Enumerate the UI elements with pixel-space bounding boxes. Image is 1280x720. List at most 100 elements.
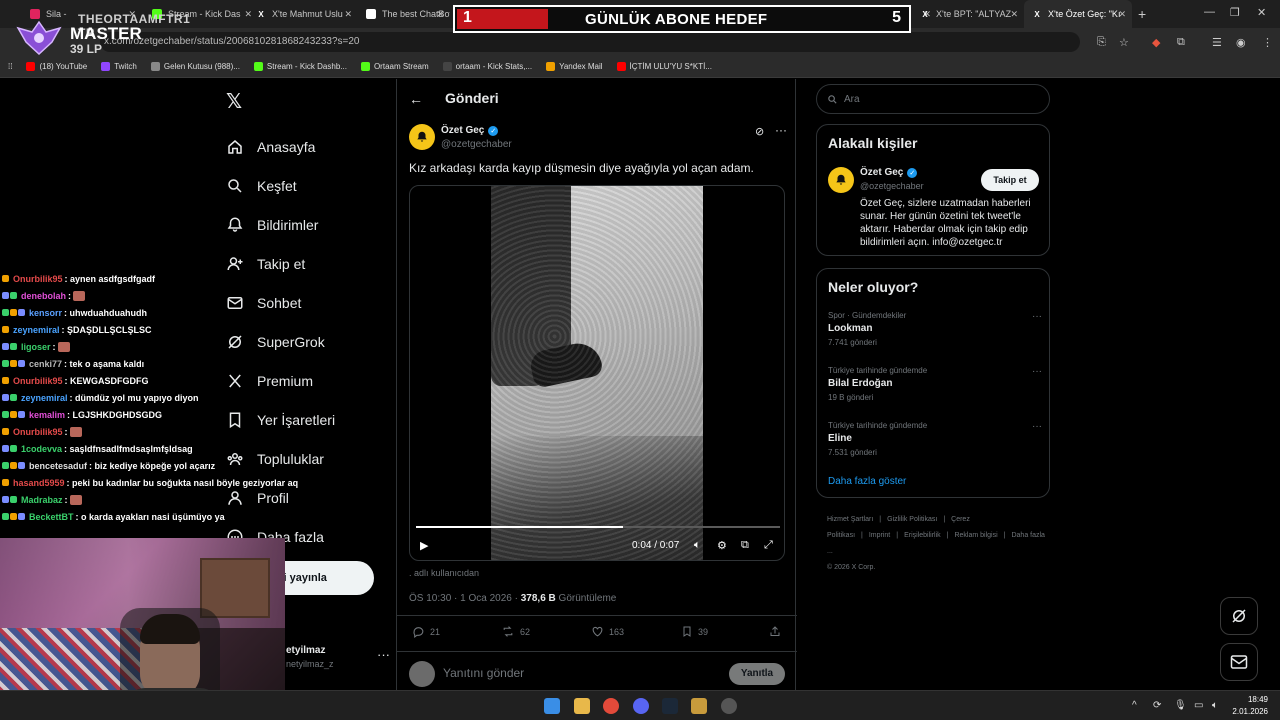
- bookmark-star-icon[interactable]: ☆: [1119, 36, 1129, 49]
- more-icon[interactable]: ···: [377, 647, 390, 662]
- sidebar-item-home[interactable]: Anasayfa: [222, 127, 422, 166]
- author-name[interactable]: Özet Geç ✓: [441, 125, 499, 136]
- trend-count: 7.741 gönderi: [828, 338, 877, 347]
- tab-close-icon[interactable]: ✕: [436, 9, 444, 20]
- close-window-icon[interactable]: ✕: [1257, 6, 1266, 19]
- bookmark-item[interactable]: Stream - Kick Dashb...: [253, 62, 347, 71]
- more-icon[interactable]: ···: [1032, 421, 1042, 432]
- attribution[interactable]: . adlı kullanıcıdan: [409, 568, 479, 578]
- bookmark-item[interactable]: Ortaam Stream: [360, 62, 429, 71]
- maximize-icon[interactable]: ❐: [1230, 6, 1240, 19]
- extensions-puzzle-icon[interactable]: ⧉: [1177, 36, 1185, 49]
- badge-icon: [2, 394, 9, 401]
- sidebar-item-bell[interactable]: Bildirimler: [222, 205, 422, 244]
- system-clock[interactable]: 18:49 2.01.2026: [1232, 694, 1268, 718]
- volume-tray-icon[interactable]: 🔈︎: [1212, 700, 1218, 711]
- discord-icon[interactable]: [633, 698, 649, 714]
- footer-link[interactable]: Hizmet Şartları: [827, 516, 873, 523]
- obs-icon[interactable]: [721, 698, 737, 714]
- extension-icon[interactable]: ◆: [1152, 36, 1160, 49]
- bookmark-favicon-icon: [150, 62, 160, 71]
- browser-tab[interactable]: X X'te Özet Geç: "Kı ✕: [1024, 0, 1132, 28]
- author-handle[interactable]: @ozetgechaber: [441, 139, 512, 150]
- repost-button[interactable]: 62: [501, 625, 530, 638]
- video-progress-bar[interactable]: [416, 526, 780, 528]
- bookmark-item[interactable]: Gelen Kutusu (988)...: [150, 62, 240, 71]
- steam-icon[interactable]: [662, 698, 678, 714]
- tab-favicon-icon: X: [258, 9, 264, 19]
- x-logo-icon[interactable]: 𝕏: [226, 89, 242, 113]
- footer-link[interactable]: Erişilebilirlik: [904, 532, 941, 539]
- bookmark-item[interactable]: (18) YouTube: [26, 62, 87, 71]
- chat-text: : o karda ayakları nasi üşümüyo ya: [75, 511, 225, 522]
- grok-button[interactable]: [1220, 597, 1258, 635]
- video-player[interactable]: ▶ 0:04 / 0:07 🔈︎ ⚙︎ ⧉ ⤢: [409, 185, 785, 561]
- avatar[interactable]: [828, 167, 854, 193]
- mic-tray-icon[interactable]: 🎙︎: [1174, 700, 1187, 711]
- network-tray-icon[interactable]: ⟳: [1153, 700, 1161, 711]
- trend-item[interactable]: Türkiye tarihinde gündemde Eline 7.531 gön…: [828, 421, 1042, 471]
- browser-tab[interactable]: X X'te BPT: "ALTYAZ ✕: [912, 0, 1024, 28]
- apps-icon[interactable]: ⁞⁞: [8, 62, 12, 71]
- fullscreen-icon[interactable]: ⤢: [764, 539, 773, 552]
- account-handle: netyilmaz_z: [286, 659, 334, 669]
- bookmark-item[interactable]: ortaam - Kick Stats,...: [442, 62, 532, 71]
- reading-list-icon[interactable]: ☰: [1212, 36, 1222, 49]
- minimize-icon[interactable]: —: [1204, 6, 1215, 18]
- tray-expand-icon[interactable]: ^: [1132, 700, 1137, 711]
- reply-submit-button[interactable]: Yanıtla: [729, 663, 785, 685]
- tab-close-icon[interactable]: ✕: [1118, 9, 1126, 20]
- pip-icon[interactable]: ⧉: [741, 539, 749, 552]
- profile-icon[interactable]: ◉: [1236, 36, 1246, 49]
- browser-tab[interactable]: The best ChatBot ✕: [358, 0, 450, 28]
- reply-button[interactable]: 21: [412, 625, 440, 638]
- chrome-icon[interactable]: [603, 698, 619, 714]
- share-button[interactable]: [769, 625, 786, 638]
- bookmark-item[interactable]: Twitch: [101, 62, 137, 71]
- more-icon[interactable]: ···: [1032, 366, 1042, 377]
- related-name[interactable]: Özet Geç ✓: [860, 167, 918, 178]
- messages-button[interactable]: [1220, 643, 1258, 681]
- display-tray-icon[interactable]: ▭: [1194, 700, 1203, 711]
- bookmark-item[interactable]: İÇTİM ULU'YU S*KTİ...: [616, 62, 712, 71]
- footer-link[interactable]: Reklam bilgisi: [954, 532, 997, 539]
- badge-icon: [2, 309, 9, 316]
- league-icon[interactable]: [691, 698, 707, 714]
- bookmark-item[interactable]: Yandex Mail: [546, 62, 603, 71]
- start-icon[interactable]: [544, 698, 560, 714]
- tab-close-icon[interactable]: ✕: [1010, 9, 1018, 20]
- tab-close-icon[interactable]: ✕: [344, 9, 352, 20]
- trend-item[interactable]: Spor · Gündemdekiler Lookman 7.741 gönderi…: [828, 311, 1042, 361]
- file-explorer-icon[interactable]: [574, 698, 590, 714]
- chat-message: kemalim: LGJSHKDGHDSGDG: [0, 406, 300, 423]
- address-bar[interactable]: x.com/ozetgechaber/status/20068102818682…: [100, 32, 1080, 52]
- badge-icon: [2, 343, 9, 350]
- footer-link[interactable]: Imprint: [869, 532, 890, 539]
- more-icon[interactable]: ···: [1032, 311, 1042, 322]
- avatar[interactable]: [409, 124, 435, 150]
- footer-link[interactable]: Gizlilik Politikası: [887, 516, 937, 523]
- bookmark-icon: [683, 626, 691, 637]
- tweet-time[interactable]: ÖS 10:30 · 1 Oca 2026 ·: [409, 593, 518, 604]
- reply-input[interactable]: Yanıtını gönder: [443, 666, 524, 680]
- follow-button[interactable]: Takip et: [981, 169, 1039, 191]
- new-tab-button[interactable]: +: [1138, 6, 1146, 22]
- trend-item[interactable]: Türkiye tarihinde gündemde Bilal Erdoğan 1…: [828, 366, 1042, 416]
- grok-icon[interactable]: ⊘: [755, 125, 764, 138]
- show-more-link[interactable]: Daha fazla göster: [828, 476, 906, 487]
- play-icon[interactable]: ▶: [420, 539, 428, 552]
- like-button[interactable]: 163: [591, 625, 624, 638]
- install-icon[interactable]: ⎘: [1097, 36, 1106, 49]
- sidebar-item-search[interactable]: Keşfet: [222, 166, 422, 205]
- more-options-icon[interactable]: ···: [775, 123, 787, 137]
- related-handle[interactable]: @ozetgechaber: [860, 181, 924, 191]
- search-input[interactable]: Ara: [816, 84, 1050, 114]
- bookmarks-bar: ⁞⁞ (18) YouTube Twitch Gelen Kutusu (988)..…: [0, 56, 1280, 78]
- volume-icon[interactable]: 🔈︎: [694, 539, 701, 552]
- settings-icon[interactable]: ⚙︎: [717, 539, 727, 552]
- browser-tab[interactable]: X X'te Mahmut Uslu ✕: [248, 0, 358, 28]
- sidebar-item-label: Bildirimler: [257, 216, 319, 233]
- back-arrow-icon[interactable]: ←: [409, 91, 423, 107]
- bookmark-button[interactable]: 39: [681, 625, 708, 638]
- menu-icon[interactable]: ⋮: [1262, 36, 1273, 49]
